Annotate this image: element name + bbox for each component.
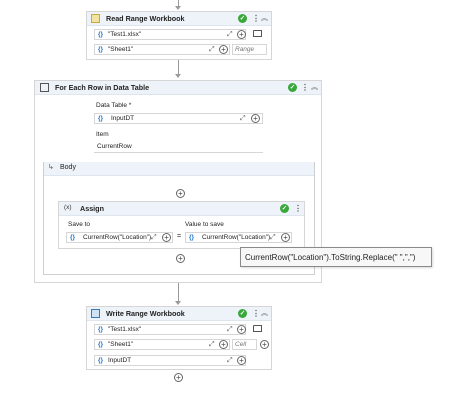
more-options-icon[interactable]: ⋮ bbox=[294, 204, 302, 213]
value-to-save-label: Value to save bbox=[185, 221, 224, 228]
sheet-name-value: "Sheet1" bbox=[108, 46, 134, 53]
assign-title: Assign bbox=[80, 204, 104, 213]
excel-write-icon bbox=[91, 309, 100, 318]
save-to-field[interactable]: {} CurrentRow("Location") ⤢ + bbox=[66, 232, 173, 243]
read-range-header[interactable]: Read Range Workbook ✓ ⋮ ︽ bbox=[87, 12, 271, 26]
plus-menu-icon[interactable]: + bbox=[281, 233, 290, 242]
body-arrow-icon: ↳ bbox=[48, 164, 54, 171]
equals-sign: = bbox=[177, 233, 182, 240]
read-range-workbook-activity[interactable]: Read Range Workbook ✓ ⋮ ︽ {} "Test1.xlsx… bbox=[86, 11, 272, 60]
expand-editor-icon[interactable]: ⤢ bbox=[227, 356, 233, 365]
item-value: CurrentRow bbox=[97, 143, 132, 150]
assign-header[interactable]: (x) Assign ✓ ⋮ bbox=[59, 202, 304, 216]
browse-folder-icon[interactable] bbox=[253, 30, 262, 37]
expand-editor-icon[interactable]: ⤢ bbox=[151, 233, 157, 242]
collapse-icon[interactable]: ︽ bbox=[261, 14, 268, 23]
expression-brace-icon: {} bbox=[98, 115, 104, 122]
expression-brace-icon: {} bbox=[189, 234, 195, 241]
expand-editor-icon[interactable]: ⤢ bbox=[270, 233, 276, 242]
collapse-icon[interactable]: ︽ bbox=[311, 83, 318, 92]
for-each-title: For Each Row in Data Table bbox=[55, 83, 150, 92]
workbook-path-value: "Test1.xlsx" bbox=[108, 31, 142, 38]
for-each-header[interactable]: For Each Row in Data Table ✓ ⋮ ︽ bbox=[35, 81, 321, 95]
add-activity-icon[interactable]: + bbox=[176, 189, 185, 198]
expand-editor-icon[interactable]: ⤢ bbox=[209, 45, 215, 54]
range-placeholder: Range bbox=[235, 46, 255, 53]
valid-check-icon: ✓ bbox=[288, 83, 297, 92]
valid-check-icon: ✓ bbox=[280, 204, 289, 213]
item-label: Item bbox=[96, 131, 109, 138]
body-title: Body bbox=[60, 164, 76, 171]
body-header[interactable]: ↳ Body bbox=[44, 162, 314, 176]
datatable-field[interactable]: {} InputDT ⤢ + bbox=[94, 355, 246, 366]
datatable-value: InputDT bbox=[108, 357, 132, 364]
expression-brace-icon: {} bbox=[98, 46, 104, 53]
expand-editor-icon[interactable]: ⤢ bbox=[209, 340, 215, 349]
add-activity-icon[interactable]: + bbox=[176, 254, 185, 263]
save-to-value: CurrentRow("Location") bbox=[83, 234, 152, 241]
datatable-label: Data Table * bbox=[96, 102, 132, 109]
datatable-field[interactable]: {} InputDT ⤢ + bbox=[94, 113, 263, 124]
workbook-path-value: "Test1.xlsx" bbox=[108, 326, 142, 333]
write-range-workbook-activity[interactable]: Write Range Workbook ✓ ⋮ ︽ {} "Test1.xls… bbox=[86, 306, 272, 370]
expression-brace-icon: {} bbox=[98, 31, 104, 38]
for-each-icon bbox=[40, 83, 49, 92]
sheet-name-field[interactable]: {} "Sheet1" ⤢ + bbox=[94, 339, 230, 350]
workbook-path-field[interactable]: {} "Test1.xlsx" ⤢ + bbox=[94, 324, 246, 335]
assign-icon: (x) bbox=[64, 204, 72, 211]
more-options-icon[interactable]: ⋮ bbox=[301, 83, 309, 92]
workbook-path-field[interactable]: {} "Test1.xlsx" ⤢ + bbox=[94, 29, 246, 40]
expand-editor-icon[interactable]: ⤢ bbox=[227, 30, 233, 39]
assign-activity[interactable]: (x) Assign ✓ ⋮ Save to Value to save {} … bbox=[58, 201, 305, 249]
plus-menu-icon[interactable]: + bbox=[237, 356, 246, 365]
expression-brace-icon: {} bbox=[98, 357, 104, 364]
expand-editor-icon[interactable]: ⤢ bbox=[227, 325, 233, 334]
valid-check-icon: ✓ bbox=[238, 14, 247, 23]
plus-menu-icon[interactable]: + bbox=[162, 233, 171, 242]
tooltip-text: CurrentRow("Location").ToString.Replace(… bbox=[245, 253, 416, 262]
plus-menu-icon[interactable]: + bbox=[260, 340, 269, 349]
plus-menu-icon[interactable]: + bbox=[251, 114, 260, 123]
value-to-save-value: CurrentRow("Location") bbox=[202, 234, 270, 241]
plus-menu-icon[interactable]: + bbox=[219, 45, 228, 54]
plus-menu-icon[interactable]: + bbox=[219, 340, 228, 349]
expression-brace-icon: {} bbox=[98, 341, 104, 348]
browse-folder-icon[interactable] bbox=[253, 325, 262, 332]
plus-menu-icon[interactable]: + bbox=[237, 30, 246, 39]
add-activity-icon[interactable]: + bbox=[174, 373, 183, 382]
read-range-title: Read Range Workbook bbox=[106, 14, 185, 23]
more-options-icon[interactable]: ⋮ bbox=[252, 309, 260, 318]
excel-read-icon bbox=[91, 14, 100, 23]
write-range-header[interactable]: Write Range Workbook ✓ ⋮ ︽ bbox=[87, 307, 271, 321]
write-range-title: Write Range Workbook bbox=[106, 309, 185, 318]
expression-brace-icon: {} bbox=[70, 234, 76, 241]
range-field[interactable]: Range bbox=[232, 44, 267, 55]
cell-field[interactable]: Cell bbox=[232, 339, 257, 350]
collapse-icon[interactable]: ︽ bbox=[261, 309, 268, 318]
valid-check-icon: ✓ bbox=[238, 309, 247, 318]
datatable-value: InputDT bbox=[111, 115, 135, 122]
item-field[interactable]: CurrentRow bbox=[94, 142, 263, 153]
expression-tooltip: CurrentRow("Location").ToString.Replace(… bbox=[240, 247, 432, 267]
value-to-save-field[interactable]: {} CurrentRow("Location") ⤢ + bbox=[185, 232, 292, 243]
expression-brace-icon: {} bbox=[98, 326, 104, 333]
more-options-icon[interactable]: ⋮ bbox=[252, 14, 260, 23]
sheet-name-field[interactable]: {} "Sheet1" ⤢ + bbox=[94, 44, 230, 55]
cell-placeholder: Cell bbox=[235, 341, 247, 348]
plus-menu-icon[interactable]: + bbox=[237, 325, 246, 334]
save-to-label: Save to bbox=[68, 221, 91, 228]
sheet-name-value: "Sheet1" bbox=[108, 341, 134, 348]
expand-editor-icon[interactable]: ⤢ bbox=[240, 114, 246, 123]
